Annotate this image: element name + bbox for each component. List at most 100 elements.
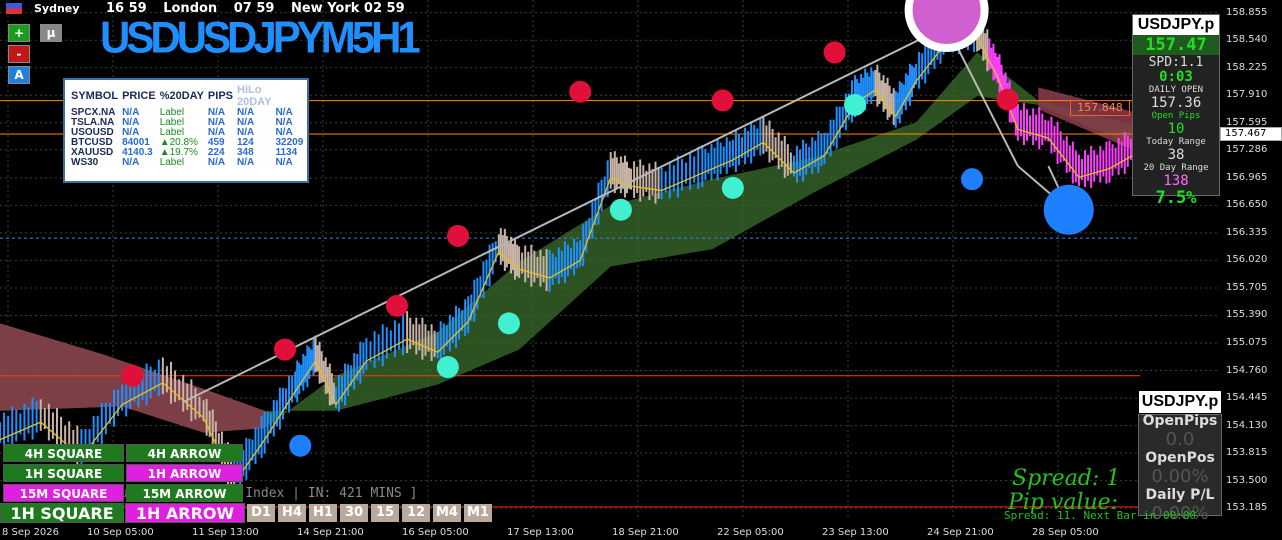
- symbols-cell: N/A: [237, 157, 255, 168]
- date-tick: 16 Sep 05:00: [402, 527, 469, 538]
- sell-signal-dot: [711, 89, 734, 112]
- price-tick: 154.760: [1226, 364, 1268, 376]
- buy-signal-dot: [289, 434, 312, 457]
- info-spread: SPD:1.1: [1148, 55, 1204, 70]
- price-tick: 155.705: [1226, 281, 1268, 293]
- chart-overlay-title: USDUSDJPYM5H1: [100, 12, 421, 63]
- timeframe-h4[interactable]: H4: [278, 504, 306, 522]
- timeframe-d1[interactable]: D1: [247, 504, 275, 522]
- info-20day: 138: [1163, 173, 1189, 189]
- pos-daily-pl-label: Daily P/L: [1145, 487, 1215, 503]
- sell-signal-dot: [996, 88, 1019, 111]
- price-tick: 154.130: [1226, 419, 1268, 431]
- info-open-pips: 10: [1167, 121, 1185, 137]
- price-tick: 156.335: [1226, 226, 1268, 238]
- info-symbol: USDJPY.p: [1133, 15, 1219, 35]
- flag-icon: [6, 3, 22, 14]
- sell-signal-dot: [274, 338, 296, 361]
- symbols-cell: N/A: [275, 157, 293, 168]
- price-tick: 155.390: [1226, 309, 1268, 321]
- timeframe-15[interactable]: 15: [371, 504, 399, 522]
- symbols-header-3: PIPS: [207, 90, 233, 102]
- date-tick: 14 Sep 21:00: [297, 527, 364, 538]
- symbols-table: SYMBOL PRICE %20DAY PIPS HiLo 20DAY SPCX.NA N…: [71, 84, 307, 168]
- mu-button[interactable]: μ: [40, 24, 62, 42]
- price-tick: 157.910: [1226, 89, 1268, 101]
- info-today-range: 38: [1167, 147, 1185, 163]
- buy-signal-dot: [961, 168, 984, 191]
- price-tick: 153.185: [1226, 502, 1268, 514]
- btn-4h-arrow[interactable]: 4H ARROW: [126, 444, 243, 462]
- info-price: 157.47: [1133, 35, 1219, 55]
- timeframe-h1[interactable]: H1: [309, 504, 337, 522]
- date-tick: 10 Sep 05:00: [87, 527, 154, 538]
- date-tick: 23 Sep 13:00: [822, 527, 889, 538]
- timeframe-m1[interactable]: M1: [464, 504, 492, 522]
- pos-open-pips-label: OpenPips: [1142, 413, 1218, 429]
- price-tick: 158.855: [1226, 6, 1268, 18]
- symbols-cell: N/A: [207, 157, 226, 168]
- date-tick: 24 Sep 21:00: [927, 527, 994, 538]
- date-tick: 11 Sep 13:00: [192, 527, 259, 538]
- zoom-in-button[interactable]: +: [8, 24, 30, 42]
- price-tick: 153.815: [1226, 447, 1268, 459]
- price-tick: 158.540: [1226, 34, 1268, 46]
- pos-open-pos-label: OpenPos: [1145, 450, 1215, 466]
- buy-signal-dot: [844, 93, 866, 116]
- btn-1h-square-main[interactable]: 1H SQUARE: [0, 503, 124, 523]
- btn-1h-square[interactable]: 1H SQUARE: [3, 464, 124, 482]
- info-daily-open: 157.36: [1150, 95, 1202, 111]
- sell-signal-dot: [121, 364, 144, 387]
- price-tick: 153.500: [1226, 474, 1268, 486]
- pos-open-pips: 0.0: [1165, 429, 1195, 450]
- symbols-cell: WS30: [71, 157, 99, 168]
- date-tick: 28 Sep 05:00: [1032, 527, 1099, 538]
- buy-signal-dot: [497, 312, 520, 335]
- buy-signal-dot: [436, 356, 459, 379]
- spread-text: Spread: 1: [1012, 466, 1121, 491]
- buy-signal-dot: [721, 176, 744, 199]
- symbols-header-0: SYMBOL: [71, 90, 119, 102]
- btn-15m-square[interactable]: 15M SQUARE: [3, 484, 124, 502]
- btn-4h-square[interactable]: 4H SQUARE: [3, 444, 124, 462]
- clock-first: Sydney: [34, 2, 80, 15]
- peak-ring-marker: [904, 0, 989, 52]
- positions-panel: USDJPY.p OpenPips 0.0 OpenPos 0.00% Dail…: [1138, 391, 1222, 524]
- btn-1h-arrow-main[interactable]: 1H ARROW: [125, 503, 245, 523]
- price-tick: 154.445: [1226, 392, 1268, 404]
- timeframe-m4[interactable]: M4: [433, 504, 461, 522]
- date-tick: 22 Sep 05:00: [717, 527, 784, 538]
- symbols-header-1: PRICE: [122, 90, 156, 102]
- symbols-cell: N/A: [122, 157, 140, 168]
- sell-signal-dot: [385, 294, 408, 317]
- date-tick: 18 Sep 21:00: [612, 527, 679, 538]
- price-tick: 156.020: [1226, 254, 1268, 266]
- price-tick: 157.286: [1226, 143, 1268, 155]
- next-bar-text: Spread: 11. Next Bar in 00:00: [1004, 509, 1197, 522]
- pos-symbol: USDJPY.p: [1139, 391, 1221, 413]
- pos-open-pos: 0.00%: [1151, 466, 1209, 487]
- date-tick: 17 Sep 13:00: [507, 527, 574, 538]
- symbols-row: WS30 N/A Label N/A N/A N/A: [71, 158, 307, 168]
- symbols-row: XAUUSD 4140.3 ▲19.7% 224 348 1134: [71, 148, 307, 158]
- buy-signal-dot: [1043, 184, 1094, 235]
- zoom-out-button[interactable]: -: [8, 45, 30, 63]
- info-pct: 7.5%: [1155, 188, 1197, 208]
- sell-signal-dot: [569, 80, 592, 103]
- sell-signal-dot: [823, 41, 846, 64]
- price-tick: 155.075: [1226, 337, 1268, 349]
- price-tick: 156.650: [1226, 199, 1268, 211]
- price-tick: 156.965: [1226, 171, 1268, 183]
- date-tick: 8 Sep 2026: [2, 527, 60, 538]
- symbols-header-2: %20DAY: [159, 90, 204, 102]
- btn-15m-arrow[interactable]: 15M ARROW: [126, 484, 243, 502]
- hline-price-label: 157.848: [1070, 100, 1130, 116]
- symbol-info-panel: USDJPY.p 157.47 SPD:1.1 0:03 DAILY OPEN …: [1132, 14, 1220, 208]
- timeframe-12[interactable]: 12: [402, 504, 430, 522]
- symbols-header-4: HiLo 20DAY: [237, 84, 272, 108]
- timeframe-30[interactable]: 30: [340, 504, 368, 522]
- auto-button[interactable]: A: [8, 66, 30, 84]
- btn-1h-arrow[interactable]: 1H ARROW: [126, 464, 243, 482]
- price-tick: 158.225: [1226, 61, 1268, 73]
- sell-signal-dot: [447, 224, 470, 247]
